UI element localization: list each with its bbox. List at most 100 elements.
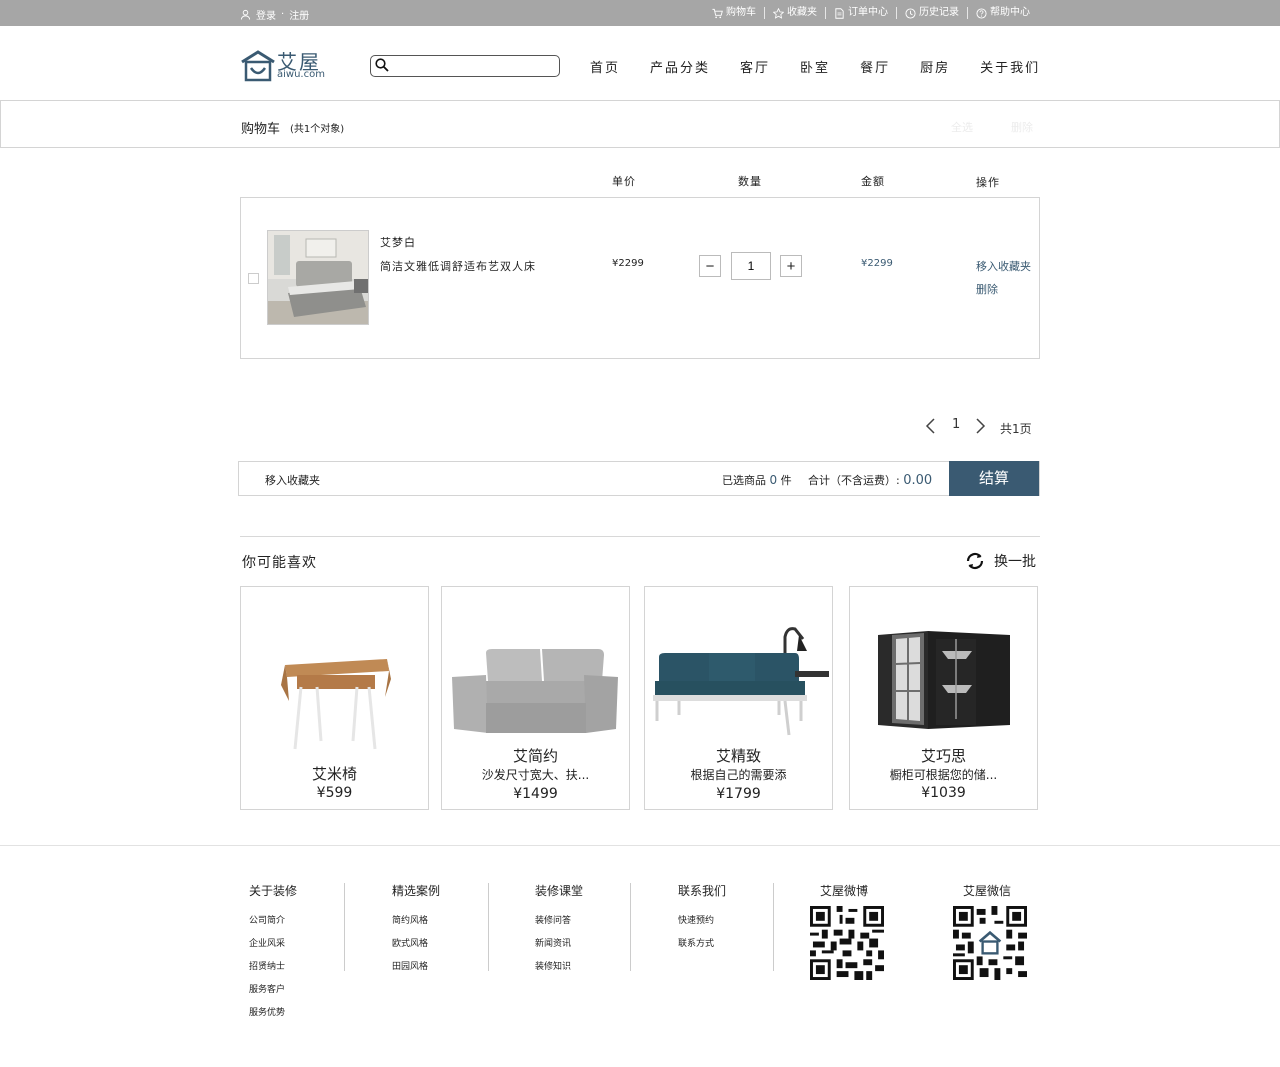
delete-item-link[interactable]: 删除 xyxy=(976,281,998,297)
wechat-title: 艾屋微信 xyxy=(963,884,1012,898)
total-value: 0.00 xyxy=(903,473,933,488)
item-description[interactable]: 简洁文雅低调舒适布艺双人床 xyxy=(380,258,536,274)
topbar-orders-link[interactable]: 订单中心 xyxy=(825,7,896,19)
topbar-help-link[interactable]: 帮助中心 xyxy=(967,7,1038,19)
daybed-image xyxy=(653,627,829,736)
product-card-sofa[interactable]: 艾简约 沙发尺寸宽大、扶... ¥1499 xyxy=(441,586,630,810)
top-bar: 登录 · 注册 购物车 收藏夹 订单中心 历史记录 帮助中心 xyxy=(0,0,1280,26)
footer-link[interactable]: 装修知识 xyxy=(535,956,583,979)
card-price: ¥1799 xyxy=(716,786,761,802)
footer-column-classroom: 装修课堂 装修问答 新闻资讯 装修知识 xyxy=(535,882,583,979)
topbar-history-link[interactable]: 历史记录 xyxy=(896,7,967,19)
card-description: 沙发尺寸宽大、扶... xyxy=(481,768,590,782)
footer-link[interactable]: 装修问答 xyxy=(535,910,583,933)
footer-column-cases: 精选案例 简约风格 欧式风格 田园风格 xyxy=(392,882,440,979)
weibo-qr-code-icon[interactable] xyxy=(810,906,884,980)
nav-categories[interactable]: 产品分类 xyxy=(650,57,710,76)
search-icon[interactable] xyxy=(375,58,389,72)
total-pages: 共1页 xyxy=(1000,422,1032,436)
product-card-daybed[interactable]: 艾精致 根据自己的需要添 ¥1799 xyxy=(644,586,833,810)
nav-dining-room[interactable]: 餐厅 xyxy=(860,57,890,76)
selected-count: 0 xyxy=(769,473,778,487)
next-page-icon[interactable] xyxy=(975,417,987,435)
nav-kitchen[interactable]: 厨房 xyxy=(920,57,950,76)
column-amount: 金额 xyxy=(861,175,885,188)
current-page[interactable]: 1 xyxy=(952,417,960,432)
nav-living-room[interactable]: 客厅 xyxy=(740,57,770,76)
footer-link[interactable]: 服务客户 xyxy=(249,979,297,1002)
move-to-favorites-link[interactable]: 移入收藏夹 xyxy=(976,258,1031,274)
user-icon xyxy=(240,9,251,20)
select-all-link[interactable]: 全选 xyxy=(951,119,973,135)
card-description: 根据自己的需要添 xyxy=(690,768,787,782)
selected-suffix: 件 xyxy=(780,474,792,487)
topbar-history-label: 历史记录 xyxy=(919,7,959,18)
document-icon xyxy=(835,7,844,19)
product-card-cabinet[interactable]: 艾巧思 橱柜可根据您的储... ¥1039 xyxy=(849,586,1038,810)
footer-link[interactable]: 欧式风格 xyxy=(392,933,440,956)
item-brand[interactable]: 艾梦白 xyxy=(380,234,416,250)
column-unit-price: 单价 xyxy=(612,175,636,188)
footer-separator xyxy=(488,883,489,971)
checkout-button[interactable]: 结算 xyxy=(949,461,1039,496)
search-input[interactable] xyxy=(370,55,560,77)
footer-column-title: 联系我们 xyxy=(678,884,727,898)
increase-quantity-button[interactable]: + xyxy=(780,255,802,277)
card-name: 艾米椅 xyxy=(311,765,357,783)
login-link[interactable]: 登录 xyxy=(256,7,276,22)
nav-about[interactable]: 关于我们 xyxy=(980,57,1040,76)
product-thumbnail-bed[interactable] xyxy=(267,230,369,325)
cart-count: (共1个对象) xyxy=(290,124,345,135)
topbar-help-label: 帮助中心 xyxy=(990,7,1030,18)
column-operation: 操作 xyxy=(976,176,1000,189)
top-bar-links: 购物车 收藏夹 订单中心 历史记录 帮助中心 xyxy=(704,7,1038,19)
nav-bedroom[interactable]: 卧室 xyxy=(800,57,830,76)
separator-dot: · xyxy=(281,9,285,20)
register-link[interactable]: 注册 xyxy=(289,7,309,22)
refresh-batch-button[interactable]: 换一批 xyxy=(964,550,1036,572)
selected-prefix: 已选商品 xyxy=(722,474,766,487)
summary-move-to-favorites[interactable]: 移入收藏夹 xyxy=(265,472,320,488)
total-label: 合计（不含运费）: xyxy=(808,474,900,487)
star-icon xyxy=(773,7,784,19)
footer-link[interactable]: 田园风格 xyxy=(392,956,440,979)
delete-selected-link[interactable]: 删除 xyxy=(1011,119,1033,135)
topbar-favorites-link[interactable]: 收藏夹 xyxy=(764,7,825,19)
cart-icon xyxy=(712,8,723,18)
clock-icon xyxy=(905,7,916,19)
main-nav: 首页 产品分类 客厅 卧室 餐厅 厨房 关于我们 xyxy=(590,57,1040,76)
footer-link[interactable]: 招贤纳士 xyxy=(249,956,297,979)
footer-link[interactable]: 企业风采 xyxy=(249,933,297,956)
footer-link[interactable]: 快速预约 xyxy=(678,910,726,933)
decrease-quantity-button[interactable]: − xyxy=(699,255,721,277)
footer-link[interactable]: 新闻资讯 xyxy=(535,933,583,956)
item-amount: ¥2299 xyxy=(861,258,893,269)
card-price: ¥599 xyxy=(316,785,353,801)
site-header: 艾屋 aiwu.com 首页 产品分类 客厅 卧室 餐厅 厨房 关于我们 xyxy=(0,26,1280,100)
logo-domain: aiwu.com xyxy=(277,69,325,80)
total-price: 合计（不含运费）: 0.00 xyxy=(808,472,932,488)
footer-link[interactable]: 公司简介 xyxy=(249,910,297,933)
card-description: 橱柜可根据您的储... xyxy=(889,768,998,782)
product-card-table[interactable]: 艾米椅 ¥599 xyxy=(240,586,429,810)
footer-column-about: 关于装修 公司简介 企业风采 招贤纳士 服务客户 服务优势 xyxy=(249,882,297,1025)
nav-home[interactable]: 首页 xyxy=(590,57,620,76)
prev-page-icon[interactable] xyxy=(924,417,936,435)
cart-title-bar: 购物车 (共1个对象) 全选 删除 xyxy=(0,100,1280,148)
refresh-icon xyxy=(966,552,984,570)
footer-column-contact: 联系我们 快速预约 联系方式 xyxy=(678,882,726,956)
card-price: ¥1039 xyxy=(921,785,966,801)
weibo-title: 艾屋微博 xyxy=(820,884,869,898)
quantity-input[interactable] xyxy=(731,252,771,280)
cabinet-image xyxy=(878,631,1010,729)
footer-link[interactable]: 服务优势 xyxy=(249,1002,297,1025)
topbar-favorites-label: 收藏夹 xyxy=(787,7,817,18)
topbar-cart-link[interactable]: 购物车 xyxy=(704,7,764,19)
item-unit-price: ¥2299 xyxy=(612,258,644,269)
footer-link[interactable]: 联系方式 xyxy=(678,933,726,956)
wechat-qr-code-icon[interactable] xyxy=(953,906,1027,980)
card-price: ¥1499 xyxy=(513,786,558,802)
item-checkbox[interactable] xyxy=(248,273,259,284)
footer-link[interactable]: 简约风格 xyxy=(392,910,440,933)
footer-divider xyxy=(0,845,1280,846)
